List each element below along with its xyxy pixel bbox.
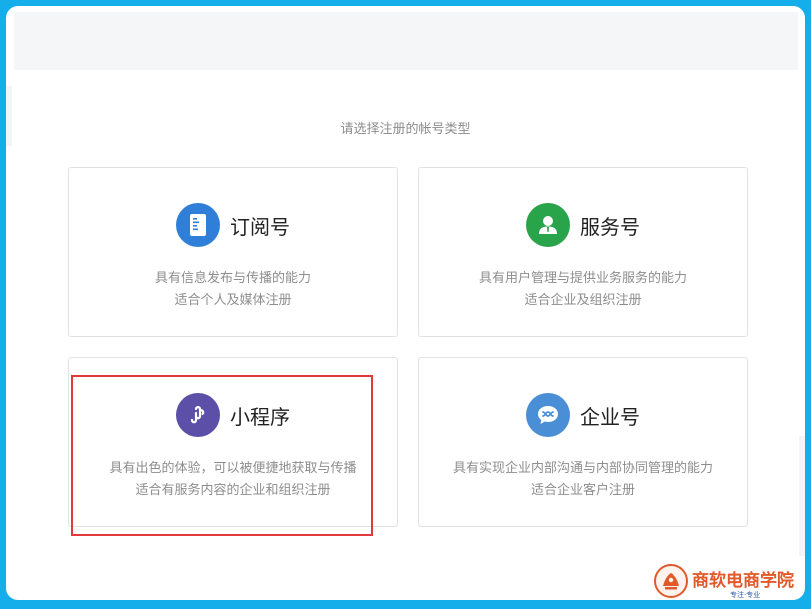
card-subscription-account[interactable]: 订阅号 具有信息发布与传播的能力 适合个人及媒体注册 (68, 167, 398, 337)
document-icon (176, 203, 220, 247)
card-description: 具有实现企业内部沟通与内部协同管理的能力 适合企业客户注册 (419, 458, 747, 502)
watermark-text: 商软电商学院 (692, 571, 794, 591)
mini-program-icon (176, 393, 220, 437)
card-title: 服务号 (580, 214, 640, 239)
card-header: 订阅号 (69, 203, 397, 247)
card-title: 企业号 (580, 404, 640, 429)
card-description: 具有用户管理与提供业务服务的能力 适合企业及组织注册 (419, 268, 747, 312)
card-desc-line1: 具有用户管理与提供业务服务的能力 (478, 271, 687, 286)
enterprise-chat-icon (526, 393, 570, 437)
card-description: 具有出色的体验，可以被便捷地获取与传播 适合有服务内容的企业和组织注册 (69, 458, 397, 502)
card-enterprise-account[interactable]: 企业号 具有实现企业内部沟通与内部协同管理的能力 适合企业客户注册 (418, 357, 748, 527)
card-service-account[interactable]: 服务号 具有用户管理与提供业务服务的能力 适合企业及组织注册 (418, 167, 748, 337)
user-icon (526, 203, 570, 247)
card-desc-line2: 适合有服务内容的企业和组织注册 (135, 483, 331, 498)
account-type-prompt: 请选择注册的帐号类型 (340, 122, 471, 137)
card-header: 服务号 (419, 203, 747, 247)
card-desc-line1: 具有实现企业内部沟通与内部协同管理的能力 (452, 461, 713, 476)
header-band (14, 12, 798, 70)
card-desc-line1: 具有信息发布与传播的能力 (154, 271, 311, 286)
card-title: 订阅号 (230, 214, 290, 239)
right-edge-strip (799, 436, 805, 556)
card-header: 企业号 (419, 393, 747, 437)
watermark: 商软电商学院 专注·专业 (652, 564, 804, 602)
left-edge-strip (6, 86, 12, 146)
card-desc-line2: 适合企业及组织注册 (524, 293, 642, 308)
card-mini-program[interactable]: 小程序 具有出色的体验，可以被便捷地获取与传播 适合有服务内容的企业和组织注册 (68, 357, 398, 527)
card-title: 小程序 (230, 404, 290, 429)
registration-window: 请选择注册的帐号类型 订阅号 具有信息发布与传播的能力 适合个人及媒体注册 服务… (6, 6, 805, 600)
card-desc-line2: 适合企业客户注册 (530, 483, 635, 498)
card-desc-line2: 适合个人及媒体注册 (174, 293, 292, 308)
watermark-logo-icon (654, 564, 688, 598)
card-desc-line1: 具有出色的体验，可以被便捷地获取与传播 (109, 461, 357, 476)
card-description: 具有信息发布与传播的能力 适合个人及媒体注册 (69, 268, 397, 312)
card-header: 小程序 (69, 393, 397, 437)
watermark-subtext: 专注·专业 (730, 591, 761, 599)
